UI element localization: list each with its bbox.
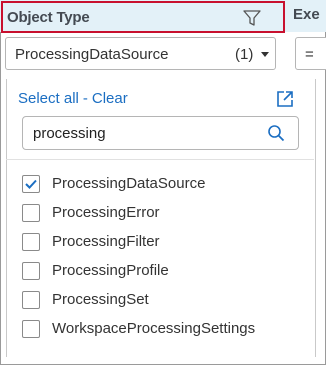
- select-all-link[interactable]: Select all: [18, 90, 79, 107]
- operator-label: =: [305, 46, 314, 63]
- option-label: ProcessingSet: [52, 291, 149, 308]
- option-label: WorkspaceProcessingSettings: [52, 320, 256, 337]
- filter-icon[interactable]: [243, 10, 261, 27]
- next-column-title[interactable]: Exe: [293, 6, 326, 23]
- select-value: ProcessingDataSource: [15, 46, 169, 63]
- operator-select[interactable]: =: [295, 37, 326, 70]
- option-label: ProcessingProfile: [52, 262, 169, 279]
- clear-link[interactable]: Clear: [92, 90, 128, 107]
- option-label: ProcessingFilter: [52, 233, 160, 250]
- search-icon[interactable]: [267, 124, 285, 142]
- checkbox[interactable]: [22, 204, 40, 222]
- option-label: ProcessingError: [52, 204, 160, 221]
- option-label: ProcessingDataSource: [52, 175, 206, 192]
- option-item[interactable]: ProcessingError: [22, 204, 312, 224]
- option-item[interactable]: ProcessingProfile: [22, 262, 312, 282]
- column-title: Object Type: [7, 9, 90, 26]
- select-count: (1): [235, 46, 254, 63]
- grid-header: Object Type Exe: [0, 0, 326, 33]
- checkbox[interactable]: [22, 262, 40, 280]
- selection-links: Select all - Clear: [18, 90, 128, 107]
- option-item[interactable]: ProcessingFilter: [22, 233, 312, 253]
- checkmark-icon: [25, 179, 37, 189]
- chevron-down-icon: [261, 52, 269, 57]
- checkbox[interactable]: [22, 175, 40, 193]
- object-type-column-header[interactable]: Object Type: [1, 1, 285, 33]
- search-input[interactable]: [33, 124, 253, 142]
- popout-icon[interactable]: [276, 90, 294, 108]
- option-item[interactable]: ProcessingSet: [22, 291, 312, 311]
- option-item[interactable]: WorkspaceProcessingSettings: [22, 320, 312, 340]
- search-field[interactable]: [22, 116, 299, 150]
- option-item[interactable]: ProcessingDataSource: [22, 175, 312, 195]
- checkbox[interactable]: [22, 233, 40, 251]
- object-type-select[interactable]: ProcessingDataSource (1): [5, 37, 276, 70]
- divider: [6, 159, 314, 160]
- checkbox[interactable]: [22, 320, 40, 338]
- link-separator: -: [82, 90, 88, 107]
- checkbox[interactable]: [22, 291, 40, 309]
